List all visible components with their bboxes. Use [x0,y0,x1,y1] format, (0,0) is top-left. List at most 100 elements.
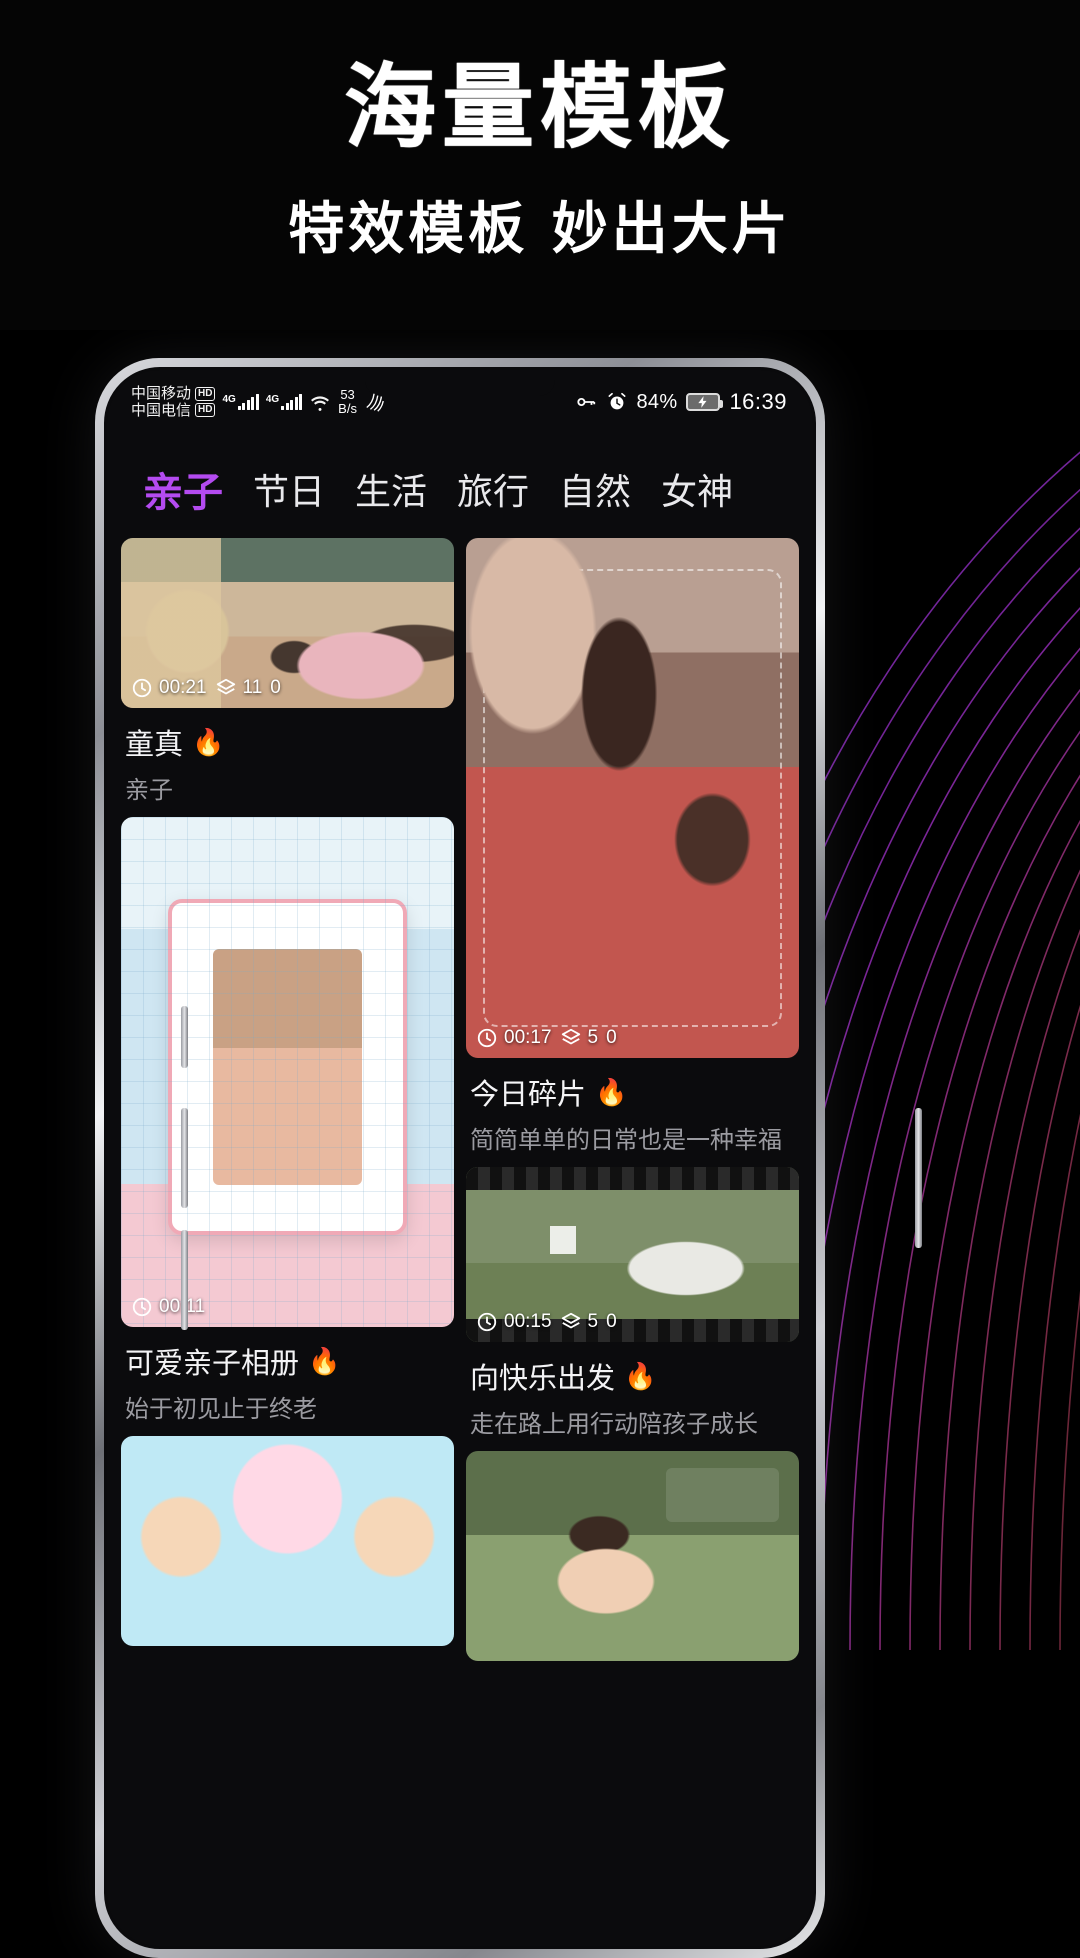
fire-icon: 🔥 [595,1077,627,1108]
status-bar: 中国移动 HD 中国电信 HD 4G 4G [107,370,813,434]
status-bar-left: 中国移动 HD 中国电信 HD 4G 4G [131,386,386,419]
status-bar-time: 16:39 [729,389,787,415]
template-description: 亲子 [125,770,452,805]
carrier-row-1: 中国移动 HD [131,386,215,402]
thumbnail-artwork [121,1436,454,1646]
views-group: 0 [606,1027,617,1049]
tab-nvshen[interactable]: 女神 [661,463,733,515]
layers-group: 11 [215,677,263,699]
carrier-1-label: 中国移动 [131,386,191,402]
network-type-2: 4G [266,394,279,405]
category-tab-bar[interactable]: 亲子 节日 生活 旅行 自然 女神 [107,434,813,538]
duration-group: 00:15 [476,1311,552,1333]
views-group: 0 [606,1311,617,1333]
fire-icon: 🔥 [624,1361,656,1392]
template-thumbnail[interactable] [121,1436,454,1646]
child-photo [213,949,361,1186]
template-thumbnail[interactable]: 00:17 5 0 [466,538,799,1058]
template-title-row: 今日碎片 🔥 [470,1071,797,1113]
template-thumbnail[interactable] [466,1451,799,1661]
clock-icon [476,1027,498,1049]
template-card[interactable]: 00:11 可爱亲子相册 🔥 始于初见止于终老 [121,817,454,1426]
template-meta: 00:17 5 0 [476,1027,789,1049]
film-strip-top [466,1167,799,1190]
network-speed: 53 B/s [338,388,357,415]
template-title: 今日碎片 [470,1071,586,1113]
template-card[interactable] [121,1436,454,1646]
power-button[interactable] [915,1108,922,1248]
template-card[interactable]: 00:21 11 0 [121,538,454,807]
network-type-1: 4G [222,394,235,405]
template-meta: 00:15 5 0 [476,1311,789,1333]
views-group: 0 [270,677,281,699]
playing-card-frame [168,899,408,1236]
wifi-icon [309,391,331,413]
volume-down-button[interactable] [181,1230,188,1330]
overlay-tag [666,1468,779,1523]
key-icon [575,391,597,413]
duration-label: 00:21 [159,677,207,699]
template-thumbnail[interactable]: 00:21 11 0 [121,538,454,708]
alarm-clock-icon [606,391,628,413]
template-title: 童真 [125,721,183,763]
layers-group: 5 [560,1027,599,1049]
template-description: 简简单单的日常也是一种幸福 [470,1120,797,1155]
template-title: 可爱亲子相册 [125,1340,299,1382]
signal-bars-2-icon [281,394,302,410]
tab-jieri[interactable]: 节日 [253,463,325,515]
thumbnail-artwork [466,538,799,1058]
template-title: 向快乐出发 [470,1355,615,1397]
template-description: 走在路上用行动陪孩子成长 [470,1404,797,1439]
template-meta: 00:11 [131,1296,444,1318]
layers-group: 5 [560,1311,599,1333]
carrier-stack: 中国移动 HD 中国电信 HD [131,386,215,419]
template-meta: 00:21 11 0 [131,677,444,699]
signal-bars-1-icon [238,394,259,410]
dashed-frame [483,569,783,1027]
layers-label: 11 [243,677,263,699]
duration-group: 00:21 [131,677,207,699]
layers-label: 5 [588,1027,599,1049]
hd-badge-2: HD [195,403,215,417]
grid-column-left: 00:21 11 0 [121,538,454,1949]
carrier-row-2: 中国电信 HD [131,403,215,419]
signal-group-2: 4G [266,394,302,410]
tab-shenghuo[interactable]: 生活 [355,463,427,515]
layers-icon [215,677,237,699]
views-label: 0 [606,1027,617,1049]
tab-ziran[interactable]: 自然 [559,463,631,515]
page-subtitle: 特效模板 妙出大片 [288,202,792,258]
template-thumbnail[interactable]: 00:15 5 0 [466,1167,799,1342]
template-card[interactable] [466,1451,799,1661]
volume-up-button[interactable] [181,1108,188,1208]
page-title: 海量模板 [344,62,736,154]
promo-header: 海量模板 特效模板 妙出大片 [0,0,1080,330]
template-card[interactable]: 00:17 5 0 [466,538,799,1157]
duration-label: 00:17 [504,1027,552,1049]
template-thumbnail[interactable]: 00:11 [121,817,454,1327]
template-title-row: 可爱亲子相册 🔥 [125,1340,452,1382]
template-description: 始于初见止于终老 [125,1389,452,1424]
duration-group: 00:11 [131,1296,205,1318]
views-label: 0 [270,677,281,699]
tab-qinzi[interactable]: 亲子 [143,460,223,518]
clock-icon [476,1311,498,1333]
views-label: 0 [606,1311,617,1333]
tab-lvxing[interactable]: 旅行 [457,463,529,515]
hd-badge-1: HD [195,387,215,401]
duration-group: 00:17 [476,1027,552,1049]
carrier-2-label: 中国电信 [131,403,191,419]
template-title-row: 童真 🔥 [125,721,452,763]
template-card[interactable]: 00:15 5 0 [466,1167,799,1441]
grid-column-right: 00:17 5 0 [466,538,799,1949]
mute-switch[interactable] [181,1006,188,1068]
phone-mockup: 中国移动 HD 中国电信 HD 4G 4G [95,358,825,1958]
clock-icon [131,1296,153,1318]
battery-charging-icon [686,393,720,411]
phone-screen: 中国移动 HD 中国电信 HD 4G 4G [104,367,816,1949]
network-speed-unit: B/s [338,402,357,416]
template-grid: 00:21 11 0 [107,538,813,1949]
network-speed-value: 53 [338,388,357,402]
duration-label: 00:15 [504,1311,552,1333]
battery-percent: 84% [637,391,678,414]
